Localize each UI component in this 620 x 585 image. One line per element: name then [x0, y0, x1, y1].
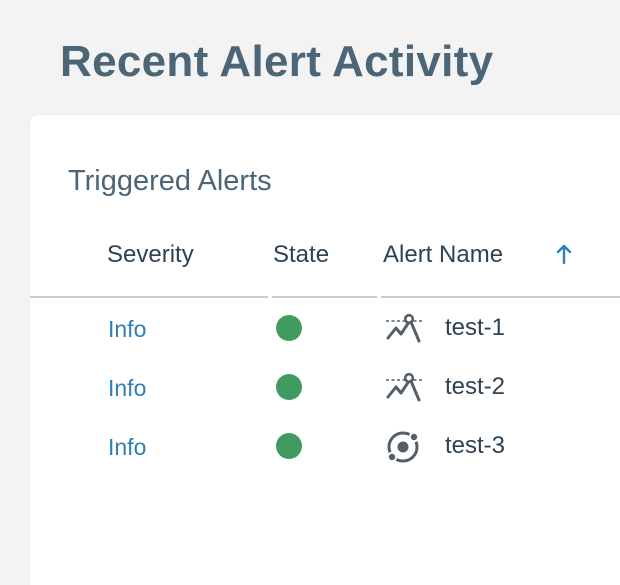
table-row: Info test-3 — [30, 419, 620, 477]
alert-name[interactable]: test-3 — [445, 431, 505, 461]
state-indicator-dot — [276, 433, 302, 459]
header-divider-severity — [30, 296, 268, 298]
metric-threshold-icon — [386, 372, 422, 402]
table-row: Info test-2 — [30, 360, 620, 418]
header-divider-alert-name — [381, 296, 620, 298]
page-title: Recent Alert Activity — [60, 37, 494, 86]
triggered-alerts-panel: Triggered Alerts Severity State Alert Na… — [30, 115, 620, 585]
column-header-state[interactable]: State — [273, 239, 329, 271]
column-header-alert-name[interactable]: Alert Name — [383, 239, 503, 271]
panel-title: Triggered Alerts — [68, 165, 272, 197]
table-row: Info test-1 — [30, 301, 620, 359]
header-divider-state — [272, 296, 377, 298]
severity-link[interactable]: Info — [108, 432, 146, 462]
severity-link[interactable]: Info — [108, 373, 146, 403]
state-indicator-dot — [276, 315, 302, 341]
severity-link[interactable]: Info — [108, 314, 146, 344]
alert-name[interactable]: test-2 — [445, 372, 505, 402]
orbit-icon — [386, 431, 420, 463]
metric-threshold-icon — [386, 313, 422, 343]
alert-name[interactable]: test-1 — [445, 313, 505, 343]
column-header-severity[interactable]: Severity — [107, 239, 194, 271]
state-indicator-dot — [276, 374, 302, 400]
sort-ascending-arrow-icon[interactable] — [556, 243, 572, 265]
